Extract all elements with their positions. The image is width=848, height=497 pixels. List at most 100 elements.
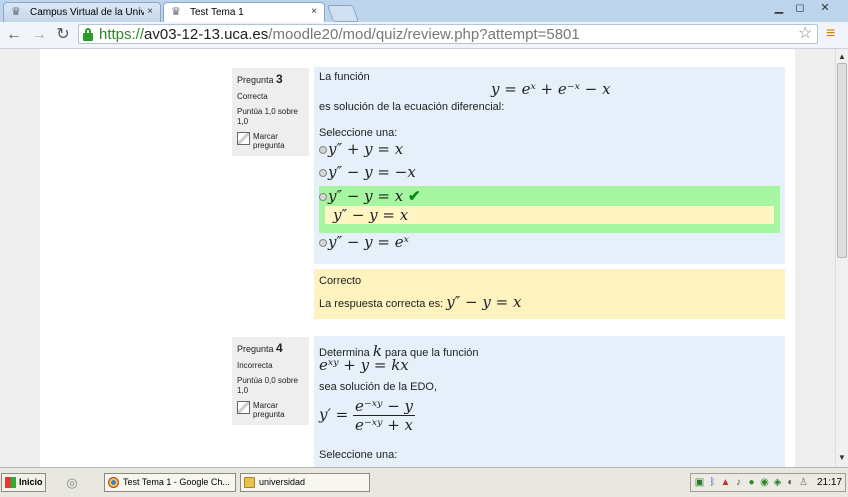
user-icon[interactable]: ♙ xyxy=(798,477,809,488)
ssl-lock-icon xyxy=(83,28,93,41)
tab-title: Test Tema 1 xyxy=(190,7,244,18)
ode-numerator: e⁻ˣʸ − y xyxy=(353,397,416,416)
start-label: Inicio xyxy=(19,477,43,487)
shield-icon[interactable]: ● xyxy=(746,477,757,488)
question-number-label: Pregunta xyxy=(237,75,274,85)
url-host: av03-12-13.uca.es xyxy=(144,26,269,43)
browser-toolbar: ← → ↻ https://av03-12-13.uca.es/moodle20… xyxy=(0,22,848,49)
option-text: y″ − y = eˣ xyxy=(328,233,409,251)
start-button[interactable]: Inicio xyxy=(1,473,46,492)
tab-title: Campus Virtual de la Universi xyxy=(30,7,144,18)
minimize-window-button[interactable]: ▁ xyxy=(770,1,788,15)
question-grade: Puntúa 0,0 sobre 1,0 xyxy=(237,376,298,395)
flag-icon xyxy=(237,132,250,145)
question-equation: eˣʸ + y = kx xyxy=(319,356,409,374)
update-icon[interactable]: ◉ xyxy=(759,477,770,488)
answer-option-b[interactable]: y″ − y = −x xyxy=(319,163,416,183)
option-text: y″ + y = x xyxy=(328,140,404,158)
tab-close-icon[interactable]: × xyxy=(147,6,153,17)
answer-prompt: Seleccione una: xyxy=(319,449,398,461)
moodle-favicon-icon: ♛ xyxy=(11,6,21,18)
selected-answer-feedback: y″ − y = x xyxy=(325,206,774,224)
ode-denominator: e⁻ˣʸ + x xyxy=(355,416,414,434)
task-label: Test Tema 1 - Google Ch... xyxy=(123,477,230,487)
question-statement: es solución de la ecuación diferencial: xyxy=(319,101,505,113)
flag-question-link[interactable]: Marcar pregunta xyxy=(237,132,304,150)
clock: 21:17 xyxy=(817,477,843,488)
question-statement: sea solución de la EDO, xyxy=(319,381,438,393)
flag-label: Marcar pregunta xyxy=(253,132,285,150)
scroll-up-icon[interactable]: ▲ xyxy=(838,52,846,61)
question-4-formulation: Determina k para que la función eˣʸ + y … xyxy=(314,336,785,467)
answer-option-c-correct[interactable]: y″ − y = x ✔ y″ − y = x xyxy=(319,186,780,233)
tab-test-tema-1[interactable]: ♛ Test Tema 1 × xyxy=(163,2,325,22)
address-bar[interactable]: https://av03-12-13.uca.es/moodle20/mod/q… xyxy=(78,24,818,44)
antivirus-icon[interactable]: ▲ xyxy=(720,477,731,488)
taskbar-item-folder[interactable]: universidad xyxy=(240,473,370,492)
radio-button[interactable] xyxy=(319,169,327,177)
flag-label: Marcar pregunta xyxy=(253,401,285,419)
system-tray: ▣ ᛒ ▲ ♪ ● ◉ ◈ ◐ ♙ 21:17 xyxy=(690,473,846,492)
question-number: Pregunta 4 xyxy=(237,341,304,355)
answer-prompt: Seleccione una: xyxy=(319,127,398,139)
question-3-outcome: Correcto La respuesta correcta es: y″ − … xyxy=(314,269,785,319)
scrollbar-thumb[interactable] xyxy=(837,63,847,258)
tab-campus-virtual[interactable]: ♛ Campus Virtual de la Universi × xyxy=(3,2,161,22)
ode-equation: y′ = e⁻ˣʸ − y e⁻ˣʸ + x xyxy=(319,397,416,434)
outcome-text: La respuesta correcta es: y″ − y = x xyxy=(319,293,521,311)
outcome-title: Correcto xyxy=(319,275,362,287)
page-scrollbar[interactable]: ▲ ▼ xyxy=(835,49,848,467)
question-state: Incorrecta xyxy=(237,361,273,370)
chrome-icon xyxy=(108,477,119,488)
new-tab-button[interactable] xyxy=(326,5,360,22)
question-number: Pregunta 3 xyxy=(237,72,304,86)
question-number-label: Pregunta xyxy=(237,344,274,354)
answer-option-c-label: y″ − y = x ✔ xyxy=(319,187,421,205)
ode-fraction: e⁻ˣʸ − y e⁻ˣʸ + x xyxy=(353,397,416,434)
outcome-label: La respuesta correcta es: xyxy=(319,298,444,310)
task-label: universidad xyxy=(259,477,306,487)
forward-button[interactable]: → xyxy=(29,25,49,45)
windows-logo-icon xyxy=(5,477,16,488)
network-icon[interactable]: ▣ xyxy=(694,477,705,488)
question-number-value: 4 xyxy=(276,341,283,355)
page-viewport: Pregunta 3 Correcta Puntúa 1,0 sobre 1,0… xyxy=(0,49,835,467)
tab-close-icon[interactable]: × xyxy=(311,6,317,17)
volume-icon[interactable]: ♪ xyxy=(733,477,744,488)
maximize-window-button[interactable]: ◻ xyxy=(791,1,809,15)
option-text: y″ − y = −x xyxy=(328,163,416,181)
question-3-formulation: La función y = eˣ + e⁻ˣ − x es solución … xyxy=(314,67,785,264)
ode-lhs: y′ = xyxy=(319,405,349,424)
url-scheme: https:// xyxy=(99,26,145,43)
reload-button[interactable]: ↻ xyxy=(53,25,73,45)
close-window-button[interactable]: ✕ xyxy=(812,1,838,15)
question-equation: y = eˣ + e⁻ˣ − x xyxy=(491,80,611,98)
radio-button[interactable] xyxy=(319,239,327,247)
windows-taskbar: Inicio ◎ Test Tema 1 - Google Ch... univ… xyxy=(0,467,848,497)
radio-button-selected[interactable] xyxy=(319,193,327,201)
flag-question-link[interactable]: Marcar pregunta xyxy=(237,401,304,419)
url-text[interactable]: https://av03-12-13.uca.es/moodle20/mod/q… xyxy=(99,26,580,43)
flag-icon xyxy=(237,401,250,414)
taskbar-item-chrome[interactable]: Test Tema 1 - Google Ch... xyxy=(104,473,236,492)
question-grade: Puntúa 1,0 sobre 1,0 xyxy=(237,107,298,126)
bluetooth-icon[interactable]: ᛒ xyxy=(707,477,718,488)
back-button[interactable]: ← xyxy=(4,25,24,45)
settings-icon[interactable]: ◐ xyxy=(785,477,796,488)
folder-icon xyxy=(244,477,255,488)
answer-option-d[interactable]: y″ − y = eˣ xyxy=(319,233,409,253)
chrome-menu-icon[interactable]: ≡ xyxy=(826,25,835,43)
answer-option-a[interactable]: y″ + y = x xyxy=(319,140,403,160)
quick-launch-icon[interactable]: ◎ xyxy=(62,473,82,492)
question-number-value: 3 xyxy=(276,72,283,86)
sync-icon[interactable]: ◈ xyxy=(772,477,783,488)
scroll-down-icon[interactable]: ▼ xyxy=(838,453,846,462)
question-4-info: Pregunta 4 Incorrecta Puntúa 0,0 sobre 1… xyxy=(232,337,309,425)
radio-button[interactable] xyxy=(319,146,327,154)
bookmark-star-icon[interactable]: ☆ xyxy=(798,23,812,43)
question-intro: La función xyxy=(319,71,370,83)
tab-strip: ♛ Campus Virtual de la Universi × ♛ Test… xyxy=(0,0,848,22)
url-path: /moodle20/mod/quiz/review.php?attempt=58… xyxy=(268,26,580,43)
outcome-answer: y″ − y = x xyxy=(446,293,522,311)
checkmark-icon: ✔ xyxy=(408,187,421,205)
